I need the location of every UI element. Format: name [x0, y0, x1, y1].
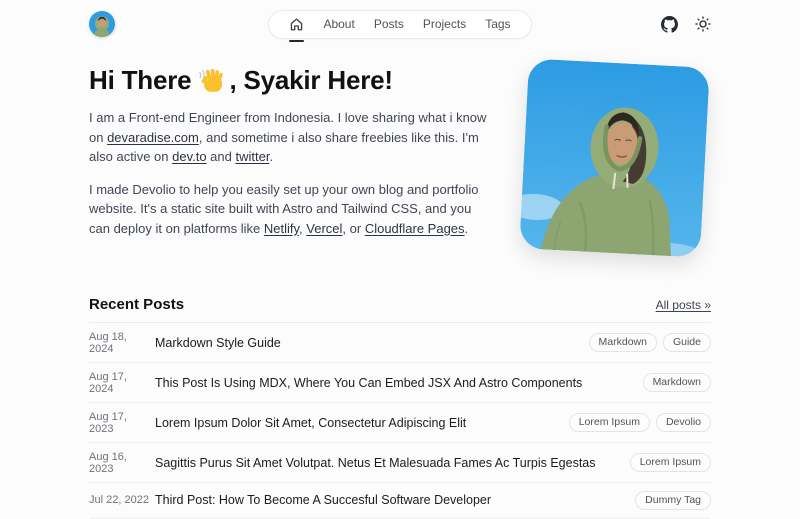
nav-link-projects[interactable]: Projects: [423, 10, 466, 39]
post-title-link[interactable]: Sagittis Purus Sit Amet Volutpat. Netus …: [155, 456, 596, 470]
tag-badge[interactable]: Markdown: [643, 373, 711, 393]
site-header: About Posts Projects Tags: [89, 0, 711, 39]
nav-link-posts[interactable]: Posts: [374, 10, 404, 39]
header-right: [532, 16, 711, 33]
post-date: Jul 22, 2022: [89, 494, 153, 506]
tag-badge[interactable]: Guide: [663, 333, 711, 353]
hero-heading-pre: Hi There: [89, 65, 191, 95]
tag-badge[interactable]: Dummy Tag: [635, 491, 711, 511]
posts-list: Aug 18, 2024Markdown Style Guide Markdown…: [89, 323, 711, 519]
post-title-link[interactable]: Third Post: How To Become A Succesful So…: [155, 493, 491, 507]
hero-inline-link[interactable]: Vercel: [306, 221, 342, 236]
hero-inline-link[interactable]: Cloudflare Pages: [365, 221, 465, 236]
hero-paragraphs: I am a Front-end Engineer from Indonesia…: [89, 108, 491, 238]
post-row[interactable]: Aug 16, 2023Sagittis Purus Sit Amet Volu…: [89, 443, 711, 483]
tag-badge[interactable]: Markdown: [589, 333, 657, 353]
github-link[interactable]: [661, 16, 678, 33]
nav-link-about[interactable]: About: [323, 10, 354, 39]
waving-hand-icon: [197, 67, 223, 93]
recent-posts-section: Recent Posts All posts » Aug 18, 2024Mar…: [89, 296, 711, 519]
tag-badge[interactable]: Devolio: [656, 413, 711, 433]
nav-active-indicator: [289, 40, 304, 42]
post-tags: Lorem Ipsum Devolio: [557, 413, 711, 433]
portrait-photo: [519, 58, 710, 257]
post-row[interactable]: Aug 18, 2024Markdown Style Guide Markdown…: [89, 323, 711, 363]
site-avatar[interactable]: [89, 11, 115, 37]
sun-icon: [695, 16, 711, 32]
post-tags: Markdown: [631, 373, 711, 393]
theme-toggle[interactable]: [695, 16, 711, 32]
all-posts-link[interactable]: All posts »: [656, 298, 711, 312]
post-row[interactable]: Aug 17, 2024This Post Is Using MDX, Wher…: [89, 363, 711, 403]
hero-photo: [519, 58, 710, 257]
hero-inline-link[interactable]: devaradise.com: [107, 130, 199, 145]
nav-home-link[interactable]: [289, 10, 304, 39]
post-tags: Dummy Tag: [623, 491, 711, 511]
recent-posts-header: Recent Posts All posts »: [89, 296, 711, 323]
post-date: Aug 17, 2023: [89, 411, 153, 435]
tag-badge[interactable]: Lorem Ipsum: [569, 413, 650, 433]
post-date: Aug 16, 2023: [89, 451, 153, 475]
hero-paragraph: I made Devolio to help you easily set up…: [89, 180, 491, 239]
post-date: Aug 18, 2024: [89, 331, 153, 355]
github-icon: [661, 16, 678, 33]
avatar-image: [89, 11, 115, 37]
post-tags: Lorem Ipsum: [618, 453, 711, 473]
post-title-link[interactable]: Lorem Ipsum Dolor Sit Amet, Consectetur …: [155, 416, 466, 430]
post-row[interactable]: Aug 17, 2023Lorem Ipsum Dolor Sit Amet, …: [89, 403, 711, 443]
post-date: Aug 17, 2024: [89, 371, 153, 395]
post-title-link[interactable]: This Post Is Using MDX, Where You Can Em…: [155, 376, 582, 390]
tag-badge[interactable]: Lorem Ipsum: [630, 453, 711, 473]
hero-inline-link[interactable]: Netlify: [264, 221, 299, 236]
hero-heading-post: , Syakir Here!: [229, 65, 392, 95]
main-nav: About Posts Projects Tags: [268, 10, 531, 39]
home-icon: [289, 17, 304, 32]
hero-inline-link[interactable]: twitter: [235, 149, 269, 164]
recent-posts-title: Recent Posts: [89, 296, 184, 313]
hero-paragraph: I am a Front-end Engineer from Indonesia…: [89, 108, 491, 167]
nav-link-tags[interactable]: Tags: [485, 10, 510, 39]
post-row[interactable]: Jul 22, 2022Third Post: How To Become A …: [89, 483, 711, 519]
header-left: [89, 11, 268, 37]
hero-heading: Hi There , Syakir Here!: [89, 65, 491, 95]
hero-inline-link[interactable]: dev.to: [172, 149, 206, 164]
hero-text: Hi There , Syakir Here! I am a Front-end…: [89, 65, 491, 238]
post-title-link[interactable]: Markdown Style Guide: [155, 336, 281, 350]
post-tags: Markdown Guide: [577, 333, 711, 353]
hero-section: Hi There , Syakir Here! I am a Front-end…: [89, 65, 711, 261]
